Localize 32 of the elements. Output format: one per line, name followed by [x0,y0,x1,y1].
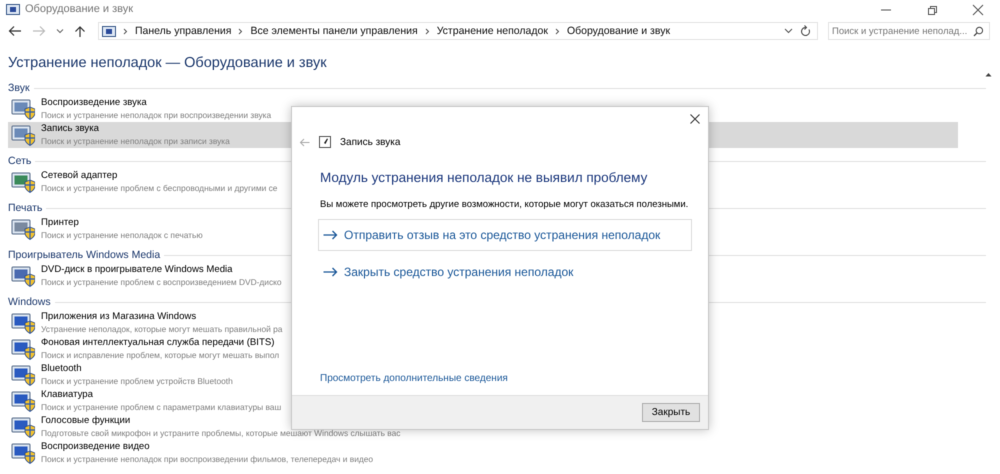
window-title: Оборудование и звук [25,3,134,15]
item-title: Запись звука [41,123,100,135]
item-title: Принтер [41,217,80,229]
result-heading: Модуль устранения неполадок не выявил проблему [320,170,648,185]
item-description: Поиск и устранение неполадок при воспроизведении фильмов, телепередач и видео [41,453,374,465]
item-title: Bluetooth [41,363,83,375]
section-title: Windows [8,296,51,308]
item-description: Устранение неполадок, которые могут мешать правильной ра [41,323,282,335]
item-title: Приложения из Магазина Windows [41,311,198,323]
item-title: Сетевой адаптер [41,170,118,182]
item-title: Воспроизведение звука [41,97,148,109]
item-description: Подготовьте свой микрофон и устраните проблемы, которые мешают Windows слышать вас [41,427,400,439]
item-description: Поиск и устранение неполадок при записи звука [41,135,230,147]
item-title: Клавиатура [41,389,94,401]
section-title: Проигрыватель Windows Media [8,249,160,261]
item-description: Поиск и устранение проблем с воспроизведением DVD-диско [41,276,282,288]
dialog-title: Запись звука [340,136,400,148]
item-description: Поиск и устранение неполадок при воспроизведении звука [41,109,272,121]
item-title: DVD-диск в проигрывателе Windows Media [41,264,234,276]
item-description: Поиск и исправление проблем, которые могут мешать выпол [41,349,280,361]
section-title: Печать [8,202,42,214]
item-description: Поиск и устранение проблем устройств Bluetooth [41,375,233,387]
item-title: Голосовые функции [41,415,132,427]
section-title: Звук [8,82,30,94]
item-title: Воспроизведение видео [41,441,151,453]
section-title: Сеть [8,155,32,167]
item-title: Фоновая интеллектуальная служба передачи (BITS) [41,337,276,349]
item-description: Поиск и устранение проблем с параметрами клавиатуры ваш [41,401,282,413]
item-description: Поиск и устранение неполадок с печатью [41,229,203,241]
result-text: Вы можете просмотреть другие возможности, которые могут оказаться полезными. [320,199,690,210]
page-heading: Устранение неполадок — Оборудование и звук [8,55,327,73]
item-description: Поиск и устранение проблем с беспроводными и другими се [41,182,278,194]
